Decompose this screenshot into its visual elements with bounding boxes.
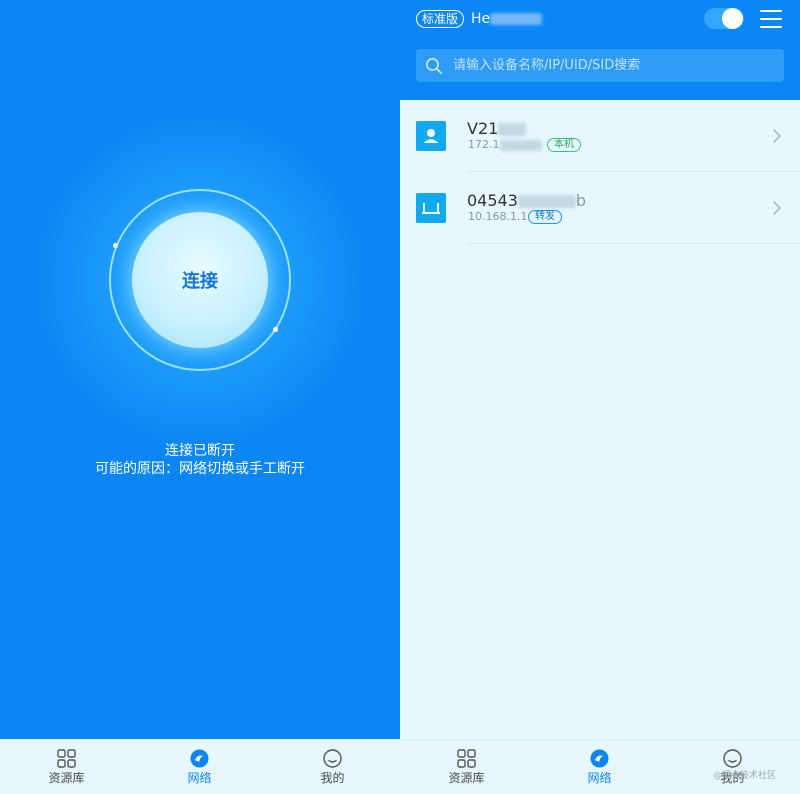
user-name-text: He — [471, 11, 491, 27]
profile-icon — [323, 749, 342, 768]
device-ip-text: 10.168.1.1 — [468, 210, 528, 223]
device-row[interactable]: V21 172.1 本机 — [400, 100, 800, 172]
nav-item-network[interactable]: 网络 — [133, 740, 266, 794]
network-icon — [190, 749, 209, 768]
menu-icon-bar-middle — [760, 18, 782, 20]
nav-item-profile[interactable]: 我的 — [666, 740, 799, 794]
nav-label-network: 网络 — [587, 771, 612, 785]
nav-label-network: 网络 — [187, 771, 212, 785]
user-name-redaction — [490, 13, 543, 25]
header: 标准版 He 请输入设备名称/IP/UID/SID搜索 — [400, 0, 800, 100]
user-name: He — [471, 9, 543, 29]
search-icon — [426, 58, 442, 74]
device-name-text: 04543 — [467, 191, 518, 210]
nav-label-profile: 我的 — [320, 771, 345, 785]
connect-button[interactable]: 连接 — [132, 212, 268, 348]
search-placeholder: 请输入设备名称/IP/UID/SID搜索 — [453, 58, 641, 73]
grid-icon — [457, 749, 476, 768]
device-name-redaction — [498, 123, 527, 136]
connection-status-title: 连接已断开 — [165, 443, 235, 459]
ring-dot-bottom — [273, 327, 278, 332]
vpn-connect-screen: 连接 连接已断开 可能的原因：网络切换或手工断开 资源库 网络 我的 — [0, 0, 400, 794]
network-icon — [590, 749, 609, 768]
menu-icon-bar-top — [760, 10, 782, 12]
profile-icon — [723, 749, 742, 768]
watermark: @掘金技术社区 — [713, 771, 777, 781]
device-name-text: V21 — [467, 119, 499, 138]
menu-icon-bar-bottom — [760, 26, 782, 28]
search-input[interactable]: 请输入设备名称/IP/UID/SID搜索 — [416, 49, 784, 82]
device-name-suffix: b — [575, 191, 587, 210]
device-name: V21 — [467, 119, 527, 139]
toggle-knob — [722, 8, 743, 29]
nav-item-network[interactable]: 网络 — [533, 740, 666, 794]
device-ip-redaction — [499, 139, 542, 151]
user-device-icon — [416, 121, 446, 151]
edition-badge: 标准版 — [416, 10, 465, 28]
chevron-right-icon — [773, 201, 781, 215]
bottom-nav: 资源库 网络 我的 @掘金技术社区 — [400, 739, 800, 794]
local-device-badge: 本机 — [547, 138, 581, 152]
device-row[interactable]: 04543 b 10.168.1.1 转发 — [400, 172, 800, 244]
device-ip: 172.1 — [468, 138, 542, 152]
network-toggle[interactable] — [704, 8, 744, 29]
nav-item-resources[interactable]: 资源库 — [0, 740, 133, 794]
device-ip-text: 172.1 — [468, 138, 500, 151]
grid-icon — [57, 749, 76, 768]
router-icon — [416, 193, 446, 223]
row-divider — [466, 243, 800, 244]
network-device-list-screen: 标准版 He 请输入设备名称/IP/UID/SID搜索 V21 172.1 本机… — [400, 0, 800, 794]
device-ip: 10.168.1.1 — [468, 210, 527, 224]
nav-label-resources: 资源库 — [48, 771, 85, 785]
menu-button[interactable] — [760, 10, 782, 28]
relay-badge: 转发 — [528, 210, 562, 224]
bottom-nav: 资源库 网络 我的 — [0, 739, 400, 794]
device-name-redaction — [517, 195, 576, 208]
ring-dot-top — [113, 243, 118, 248]
connection-status-reason: 可能的原因：网络切换或手工断开 — [95, 461, 305, 477]
nav-item-profile[interactable]: 我的 — [266, 740, 399, 794]
chevron-right-icon — [773, 129, 781, 143]
nav-item-resources[interactable]: 资源库 — [400, 740, 533, 794]
device-name: 04543 b — [467, 191, 586, 211]
nav-label-resources: 资源库 — [448, 771, 485, 785]
